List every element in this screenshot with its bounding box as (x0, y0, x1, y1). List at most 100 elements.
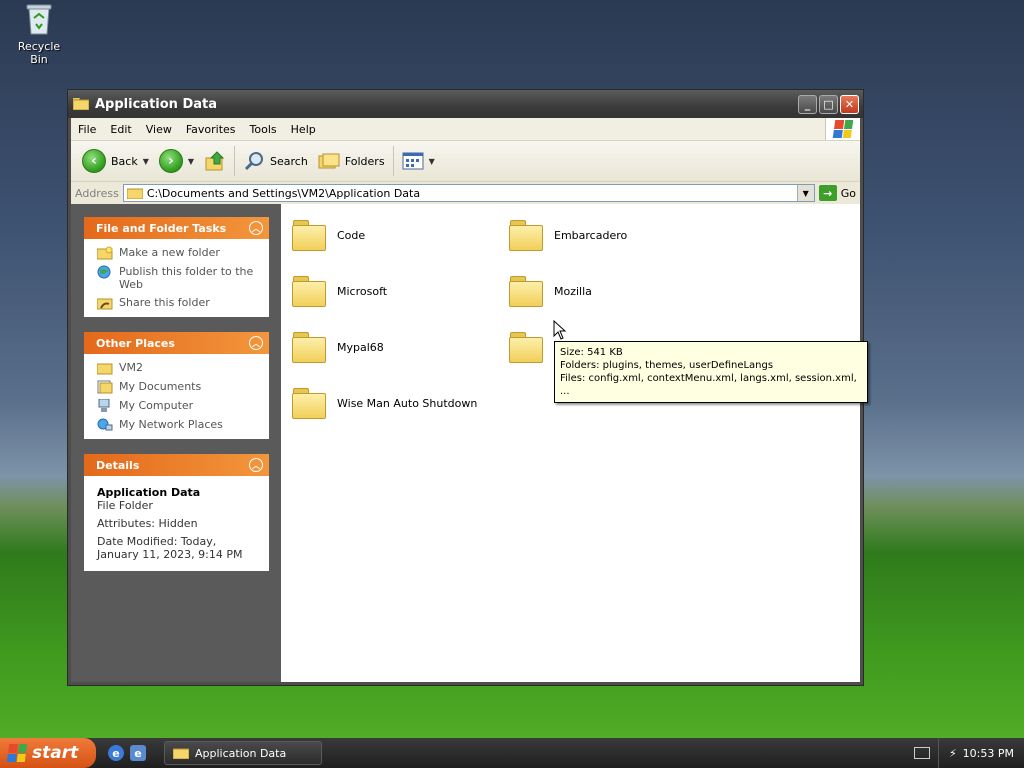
system-tray: ⚡ 10:53 PM (904, 738, 1024, 768)
toolbar-separator (234, 146, 236, 176)
documents-icon (97, 380, 113, 394)
folder-icon (291, 330, 327, 364)
forward-arrow-icon: › (158, 149, 183, 173)
folder-icon (72, 98, 90, 111)
search-icon (244, 152, 264, 171)
go-arrow-icon: → (818, 185, 837, 201)
network-icon (97, 418, 113, 432)
menu-favorites[interactable]: Favorites (179, 123, 243, 136)
windows-flag-icon (6, 744, 28, 762)
tooltip-files: Files: config.xml, contextMenu.xml, lang… (560, 373, 857, 397)
tooltip-size: Size: 541 KB (560, 347, 623, 358)
address-label: Address (75, 186, 119, 200)
folder-item[interactable]: Mozilla (508, 274, 592, 308)
recycle-bin-label: Recycle Bin (17, 40, 61, 66)
maximize-button[interactable]: □ (819, 94, 838, 114)
folder-item[interactable]: Mypal68 (291, 330, 384, 364)
collapse-icon[interactable]: ︿ (249, 221, 263, 235)
details-name: Application Data (97, 486, 201, 499)
mouse-cursor-icon (553, 320, 567, 340)
folders-button[interactable]: Folders (313, 145, 390, 177)
chevron-down-icon: ▼ (428, 156, 435, 166)
share-folder-icon (96, 296, 113, 310)
internet-explorer-icon[interactable]: e (108, 745, 124, 761)
forward-button[interactable]: › ▼ (154, 145, 199, 177)
quick-launch: e e (108, 745, 146, 761)
folder-icon (508, 218, 544, 252)
place-my-computer-link[interactable]: My Computer (97, 398, 261, 413)
folders-icon (318, 153, 340, 169)
up-folder-button[interactable] (199, 145, 231, 177)
browser-icon[interactable]: e (130, 745, 146, 761)
panel-header[interactable]: Other Places ︿ (84, 332, 269, 354)
keyboard-icon[interactable] (913, 747, 930, 759)
folder-name: Microsoft (337, 284, 388, 298)
folder-item[interactable] (508, 330, 554, 364)
menu-help[interactable]: Help (284, 123, 323, 136)
up-folder-icon (205, 151, 225, 171)
folder-name: Wise Man Auto Shutdown (337, 396, 478, 410)
title-bar[interactable]: Application Data _ □ ✕ (68, 90, 863, 118)
panel-header[interactable]: File and Folder Tasks ︿ (84, 217, 269, 239)
publish-to-web-link[interactable]: Publish this folder to the Web (97, 265, 261, 291)
clock[interactable]: 10:53 PM (963, 747, 1014, 760)
address-path: C:\Documents and Settings\VM2\Applicatio… (146, 186, 421, 200)
back-arrow-icon: ‹ (82, 149, 106, 173)
folder-icon (291, 274, 327, 308)
menu-view[interactable]: View (139, 123, 179, 136)
close-button[interactable]: ✕ (840, 94, 859, 114)
collapse-icon[interactable]: ︿ (249, 336, 263, 350)
minimize-button[interactable]: _ (798, 94, 817, 114)
panel-header[interactable]: Details ︿ (84, 454, 269, 476)
views-icon (402, 152, 424, 170)
folder-item[interactable]: Wise Man Auto Shutdown (291, 386, 477, 420)
toolbar-separator (392, 146, 394, 176)
details-type: File Folder (97, 499, 153, 512)
folder-name: Mozilla (554, 284, 592, 298)
folder-info-tooltip: Size: 541 KB Folders: plugins, themes, u… (554, 341, 868, 403)
go-button[interactable]: → Go (818, 185, 856, 201)
make-new-folder-link[interactable]: Make a new folder (96, 246, 261, 260)
search-label: Search (270, 154, 308, 168)
menu-tools[interactable]: Tools (243, 123, 284, 136)
address-input[interactable]: C:\Documents and Settings\VM2\Applicatio… (122, 184, 815, 202)
details-modified: Date Modified: Today, January 11, 2023, … (97, 535, 243, 561)
recycle-bin[interactable]: Recycle Bin (8, 2, 70, 66)
place-vm2-link[interactable]: VM2 (96, 361, 261, 375)
folder-icon (508, 274, 544, 308)
computer-icon (97, 398, 113, 413)
folder-item[interactable]: Code (291, 218, 365, 252)
collapse-icon[interactable]: ︿ (249, 458, 263, 472)
new-folder-icon (96, 246, 113, 260)
folder-view: Code Embarcadero Microsoft Mozilla Mypal… (281, 204, 860, 682)
taskbar: start e e Application Data ⚡ 10:53 PM (0, 738, 1024, 768)
taskbar-button-application-data[interactable]: Application Data (164, 741, 322, 765)
folder-name: Code (337, 228, 366, 242)
views-button[interactable]: ▼ (397, 145, 440, 177)
folder-icon (291, 218, 327, 252)
chevron-down-icon[interactable]: ▼ (188, 157, 194, 166)
back-button[interactable]: ‹ Back ▼ (77, 145, 154, 177)
folder-item[interactable]: Microsoft (291, 274, 387, 308)
place-my-documents-link[interactable]: My Documents (97, 380, 261, 394)
chevron-down-icon[interactable]: ▼ (143, 157, 149, 166)
search-button[interactable]: Search (238, 145, 313, 177)
menu-bar: File Edit View Favorites Tools Help (71, 118, 860, 141)
folder-icon (96, 361, 113, 375)
address-bar: Address C:\Documents and Settings\VM2\Ap… (71, 182, 860, 205)
panel-title: File and Folder Tasks (96, 221, 227, 235)
folder-item[interactable]: Embarcadero (508, 218, 627, 252)
folder-icon (291, 386, 327, 420)
start-button[interactable]: start (0, 738, 96, 768)
go-label: Go (840, 186, 856, 200)
place-my-network-link[interactable]: My Network Places (97, 418, 261, 432)
folder-name: Mypal68 (337, 340, 384, 354)
menu-edit[interactable]: Edit (103, 123, 138, 136)
other-places-panel: Other Places ︿ VM2 My Documents My Compu… (84, 332, 269, 439)
network-status-icon[interactable]: ⚡ (949, 747, 957, 760)
folder-name: Embarcadero (554, 228, 628, 242)
recycle-bin-icon (24, 2, 54, 36)
share-folder-link[interactable]: Share this folder (96, 296, 261, 310)
menu-file[interactable]: File (71, 123, 103, 136)
address-dropdown-button[interactable]: ▼ (796, 185, 814, 201)
